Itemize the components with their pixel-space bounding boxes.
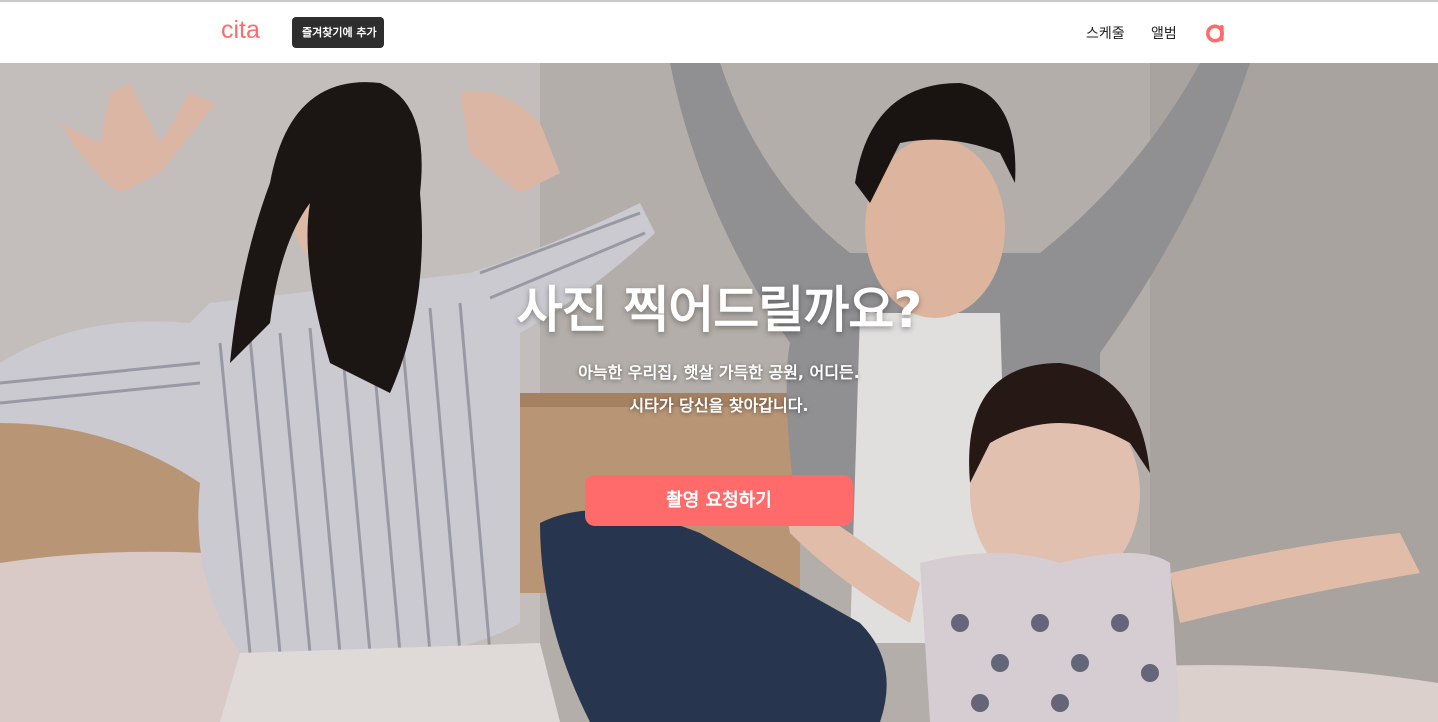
hero-section: 사진 찍어드릴까요? 아늑한 우리집, 햇살 가득한 공원, 어디든. 시타가 … bbox=[0, 63, 1438, 722]
hero-subtitle-line1: 아늑한 우리집, 햇살 가득한 공원, 어디든. bbox=[578, 363, 860, 382]
nav-schedule-link[interactable]: 스케줄 bbox=[1086, 23, 1125, 43]
profile-icon[interactable] bbox=[1204, 22, 1226, 44]
cita-logo[interactable]: cita bbox=[221, 16, 260, 45]
nav-album-link[interactable]: 앨범 bbox=[1151, 23, 1177, 43]
add-bookmark-button[interactable]: 즐겨찾기에 추가 bbox=[292, 17, 384, 48]
request-shoot-button[interactable]: 촬영 요청하기 bbox=[585, 475, 853, 526]
hero-subtitle-line2: 시타가 당신을 찾아갑니다. bbox=[629, 396, 809, 415]
hero-title: 사진 찍어드릴까요? bbox=[516, 281, 922, 339]
site-header: cita 즐겨찾기에 추가 스케줄 앨범 bbox=[0, 2, 1438, 63]
